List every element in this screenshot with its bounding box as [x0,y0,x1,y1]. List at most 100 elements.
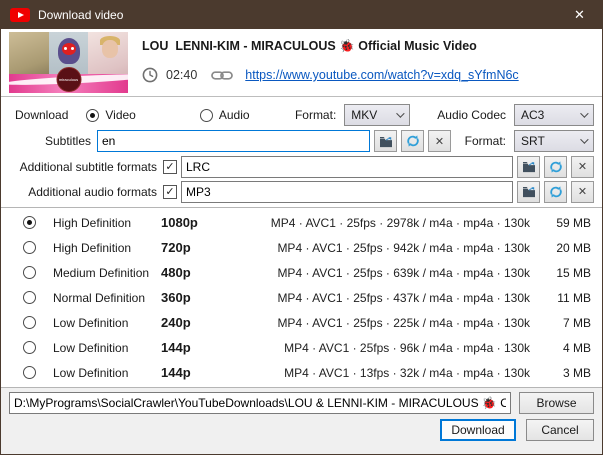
subtitle-save-button[interactable] [374,130,397,152]
additional-subtitle-label: Additional subtitle formats [19,159,157,174]
subtitle-refresh-button[interactable] [401,130,424,152]
check-icon: ✓ [165,186,175,198]
close-button[interactable]: ✕ [557,1,602,29]
format-label: Format: [294,108,337,122]
quality-size: 20 MB [556,240,591,255]
additional-audio-row: Additional audio formats ✓ ✕ [1,179,602,204]
subtitle-format-label: Format: [464,134,506,148]
clear-icon: ✕ [577,161,588,173]
quality-radio[interactable] [23,266,36,279]
quality-radio[interactable] [23,241,36,254]
quality-resolution: 480p [161,265,191,280]
open-folder-icon [522,187,535,198]
video-duration: 02:40 [166,68,198,82]
chevron-down-icon [580,135,589,144]
quality-row[interactable]: High Definition 720p MP4 · AVC1 · 25fps … [1,235,602,260]
browse-button-label: Browse [536,396,577,410]
additional-subtitle-refresh-button[interactable] [544,155,567,178]
refresh-icon [549,160,562,173]
refresh-icon [406,135,419,147]
format-select[interactable]: MKV [344,104,411,126]
cancel-button[interactable]: Cancel [526,419,594,441]
quality-size: 4 MB [562,340,591,355]
quality-radio[interactable] [23,216,36,229]
video-info-header: miraculous LOU LENNI-KIM - MIRACULOUS 🐞 … [1,29,602,97]
clear-icon: ✕ [577,186,588,198]
quality-definition: Low Definition [53,340,129,355]
quality-details: MP4 · AVC1 · 25fps · 225k / m4a · mp4a ·… [277,315,530,330]
quality-radio[interactable] [23,316,36,329]
quality-radio[interactable] [23,366,36,379]
quality-size: 11 MB [557,290,591,305]
quality-row[interactable]: Low Definition 144p MP4 · AVC1 · 13fps ·… [1,360,602,385]
format-value: MKV [351,108,378,122]
quality-size: 15 MB [556,265,591,280]
download-button[interactable]: Download [440,419,516,441]
quality-row[interactable]: Medium Definition 480p MP4 · AVC1 · 25fp… [1,260,602,285]
audio-codec-value: AC3 [521,108,545,122]
quality-resolution: 144p [161,365,191,380]
download-video-dialog: Download video ✕ miraculous LOU LENNI-KI… [0,0,603,455]
subtitle-clear-button[interactable]: ✕ [428,130,451,152]
additional-audio-clear-button[interactable]: ✕ [571,180,594,203]
quality-definition: Low Definition [53,315,129,330]
video-radio[interactable] [86,108,100,122]
download-label: Download [15,108,69,122]
save-path-input[interactable] [9,392,511,414]
browse-button[interactable]: Browse [519,392,594,414]
quality-resolution: 360p [161,290,191,305]
audio-codec-label: Audio Codec [437,108,506,122]
additional-audio-checkbox[interactable]: ✓ [163,184,177,199]
quality-row[interactable]: Low Definition 144p MP4 · AVC1 · 25fps ·… [1,335,602,360]
clock-icon [142,67,158,83]
additional-audio-input[interactable] [181,180,513,203]
subtitles-input[interactable] [97,130,370,152]
quality-details: MP4 · AVC1 · 25fps · 96k / m4a · mp4a · … [284,340,530,355]
additional-subtitle-save-button[interactable] [517,155,540,178]
additional-subtitle-row: Additional subtitle formats ✓ ✕ [1,154,602,179]
subtitle-format-value: SRT [521,134,545,148]
quality-size: 7 MB [562,315,591,330]
window-title: Download video [38,8,124,22]
quality-row[interactable]: High Definition 1080p MP4 · AVC1 · 25fps… [1,210,602,235]
quality-definition: Normal Definition [53,290,146,305]
clear-icon: ✕ [434,135,445,148]
video-thumbnail: miraculous [9,32,128,93]
video-title: LOU LENNI-KIM - MIRACULOUS 🐞 Official Mu… [142,39,477,53]
video-url-link[interactable]: https://www.youtube.com/watch?v=xdq_sYfm… [245,68,518,82]
audio-radio-label[interactable]: Audio [219,108,250,122]
quality-details: MP4 · AVC1 · 25fps · 639k / m4a · mp4a ·… [277,265,530,280]
quality-resolution: 720p [161,240,191,255]
close-icon: ✕ [574,7,585,22]
quality-resolution: 1080p [161,215,198,230]
quality-row[interactable]: Normal Definition 360p MP4 · AVC1 · 25fp… [1,285,602,310]
additional-audio-refresh-button[interactable] [544,180,567,203]
subtitles-row: Subtitles ✕ Format: SRT [1,128,602,154]
additional-subtitle-input[interactable] [181,155,513,178]
quality-details: MP4 · AVC1 · 25fps · 2978k / m4a · mp4a … [270,215,530,230]
quality-radio[interactable] [23,291,36,304]
chevron-down-icon [396,109,405,118]
additional-subtitle-checkbox[interactable]: ✓ [163,159,177,174]
quality-row[interactable]: Low Definition 240p MP4 · AVC1 · 25fps ·… [1,310,602,335]
quality-definition: Low Definition [53,365,129,380]
audio-codec-select[interactable]: AC3 [514,104,594,126]
open-folder-icon [379,136,392,147]
video-radio-label[interactable]: Video [105,108,135,122]
quality-resolution: 240p [161,315,191,330]
audio-radio[interactable] [199,108,213,122]
youtube-icon [10,8,30,22]
additional-subtitle-clear-button[interactable]: ✕ [571,155,594,178]
quality-details: MP4 · AVC1 · 25fps · 942k / m4a · mp4a ·… [277,240,530,255]
title-bar[interactable]: Download video ✕ [1,1,602,29]
download-type-row: Download Video Audio Format: MKV Audio C… [1,102,602,128]
quality-radio[interactable] [23,341,36,354]
subtitle-format-select[interactable]: SRT [514,130,594,152]
additional-audio-save-button[interactable] [517,180,540,203]
download-options: Download Video Audio Format: MKV Audio C… [1,97,602,208]
chevron-down-icon [580,109,589,118]
refresh-icon [549,185,562,198]
quality-definition: Medium Definition [53,265,150,280]
quality-details: MP4 · AVC1 · 25fps · 437k / m4a · mp4a ·… [277,290,530,305]
open-folder-icon [522,162,535,173]
